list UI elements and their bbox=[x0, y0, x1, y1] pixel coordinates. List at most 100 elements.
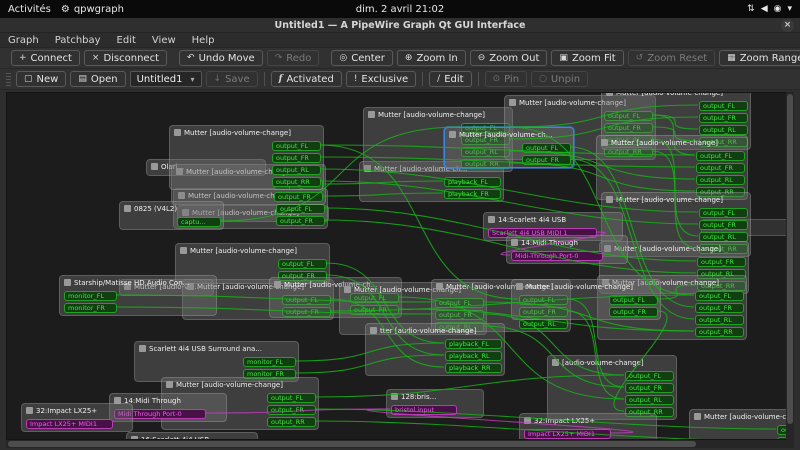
zoom-out-button[interactable]: ⊖ Zoom Out bbox=[470, 50, 548, 66]
port-output_fr[interactable]: output_FR bbox=[267, 405, 316, 415]
graph-canvas[interactable]: Olari......he C...Mutter [audio-vo...Mut… bbox=[6, 92, 794, 440]
port-playback_rr[interactable]: playback_RR bbox=[445, 363, 502, 373]
activities-button[interactable]: Activités bbox=[8, 4, 51, 15]
port-output_fl[interactable]: output_FL bbox=[699, 208, 748, 218]
graph-node[interactable]: 32:Impact LX25+Impact LX25+ MIDI1 bbox=[519, 413, 657, 440]
save-button[interactable]: ↓ Save bbox=[206, 71, 258, 87]
port-output_fr[interactable]: output_FR bbox=[696, 163, 745, 173]
graph-node[interactable]: tter [audio-volume-change]playback_FLpla… bbox=[365, 323, 505, 376]
horizontal-scrollbar-thumb[interactable] bbox=[8, 441, 696, 447]
port-midi-through-port-0[interactable]: Midi-Through Port-0 bbox=[511, 251, 603, 261]
vertical-scrollbar[interactable] bbox=[786, 92, 794, 440]
port-output_fl[interactable]: output_FL bbox=[609, 295, 658, 305]
graph-node[interactable]: Mutter [audio-volume-chang...output_FLou… bbox=[689, 409, 794, 440]
port-output_fl[interactable]: output_FL bbox=[278, 259, 327, 269]
graph-node[interactable]: 16:Scarlett 4i4 USB bbox=[126, 432, 258, 440]
port-output_rl[interactable]: output_RL bbox=[695, 315, 744, 325]
graph-node[interactable]: 0825 (V4L2)captu... bbox=[119, 201, 224, 230]
pin-button[interactable]: ⊙ Pin bbox=[485, 71, 527, 87]
graph-node[interactable]: Starship/Matisse HD Audio Con...monitor_… bbox=[59, 275, 217, 316]
focused-app-chip[interactable]: ⚙ qpwgraph bbox=[61, 4, 124, 15]
port-output_fl[interactable]: output_FL bbox=[272, 141, 321, 151]
center-button[interactable]: ◎ Center bbox=[331, 50, 393, 66]
connect-button[interactable]: + Connect bbox=[11, 50, 80, 66]
port-output_fr[interactable]: output_FR bbox=[272, 153, 321, 163]
graph-node[interactable]: 32:Impact LX25+Impact LX25+ MIDI1 bbox=[21, 403, 133, 432]
open-button[interactable]: ▤ Open bbox=[70, 71, 125, 87]
zoom-range-button[interactable]: ▦ Zoom Range bbox=[719, 50, 800, 66]
port-output_rl[interactable]: output_RL bbox=[699, 125, 748, 135]
vertical-scrollbar-thumb[interactable] bbox=[787, 94, 793, 424]
port-output_rl[interactable]: output_RL bbox=[696, 175, 745, 185]
zoom-in-button[interactable]: ⊕ Zoom In bbox=[397, 50, 466, 66]
window-titlebar[interactable]: Untitled1 — A PipeWire Graph Qt GUI Inte… bbox=[0, 18, 800, 33]
exclusive-button[interactable]: ! Exclusive bbox=[346, 71, 416, 87]
port-output_rr[interactable]: output_RR bbox=[267, 417, 316, 427]
graph-node[interactable]: Mutter [audio-volume-change]output_FLout… bbox=[511, 279, 661, 320]
menu-edit[interactable]: Edit bbox=[109, 34, 144, 47]
new-button[interactable]: ▢ New bbox=[16, 71, 66, 87]
port-playback_fr[interactable]: playback_FR bbox=[444, 189, 501, 199]
port-output_fr[interactable]: output_FR bbox=[625, 383, 674, 393]
port-output_fl[interactable]: output_FL bbox=[267, 393, 316, 403]
disconnect-button[interactable]: × Disconnect bbox=[84, 50, 167, 66]
port-output_rr[interactable]: output_RR bbox=[695, 327, 744, 337]
port-output_fr[interactable]: output_FR bbox=[695, 303, 744, 313]
port-bristol-input[interactable]: bristol input bbox=[391, 405, 457, 415]
port-output_fr[interactable]: output_FR bbox=[699, 220, 748, 230]
port-output_fl[interactable]: output_FL bbox=[695, 291, 744, 301]
graph-node[interactable]: Mutter [audio-volume-change]output_FLout… bbox=[169, 125, 324, 190]
graph-node[interactable]: 14:Midi ThroughMidi-Through Port-0 bbox=[506, 235, 628, 264]
close-button[interactable]: × bbox=[781, 19, 794, 32]
port-output_rl[interactable]: output_RL bbox=[519, 319, 568, 329]
port-output_fr[interactable]: output_FR bbox=[697, 257, 746, 267]
port-output_fr[interactable]: output_FR bbox=[522, 155, 571, 165]
desktop: Activités ⚙ qpwgraph dim. 2 avril 21:02 … bbox=[0, 0, 800, 450]
menu-patchbay[interactable]: Patchbay bbox=[47, 34, 109, 47]
port-output_rl[interactable]: output_RL bbox=[625, 395, 674, 405]
menu-help[interactable]: Help bbox=[184, 34, 223, 47]
menu-graph[interactable]: Graph bbox=[0, 34, 47, 47]
toolbar-drag-handle[interactable] bbox=[6, 73, 11, 86]
node-title: 14:Midi Through bbox=[124, 397, 181, 405]
activated-button[interactable]: f Activated bbox=[271, 71, 342, 87]
undo-move-button[interactable]: ↶ Undo Move bbox=[179, 50, 263, 66]
patchbay-toolbar: ▢ New ▤ Open Untitled1 ▾ ↓ Save f Activa… bbox=[0, 69, 800, 90]
menu-view[interactable]: View bbox=[144, 34, 184, 47]
port-monitor_fl[interactable]: monitor_FL bbox=[64, 291, 117, 301]
edit-button[interactable]: ∕ Edit bbox=[429, 71, 471, 87]
graph-node[interactable]: Mutter [audio-volume-ch...output_FLoutpu… bbox=[444, 127, 574, 168]
port-output_fr[interactable]: output_FR bbox=[276, 216, 325, 226]
port-output_fl[interactable]: output_FL bbox=[625, 371, 674, 381]
graph-node[interactable]: 128:bris...bristol input bbox=[386, 389, 484, 418]
port-output_fl[interactable]: output_FL bbox=[699, 101, 748, 111]
port-monitor_fl[interactable]: monitor_FL bbox=[243, 357, 296, 367]
port-output_fl[interactable]: output_FL bbox=[522, 143, 571, 153]
port-impact-lx25+-midi1[interactable]: Impact LX25+ MIDI1 bbox=[524, 429, 611, 439]
unpin-button[interactable]: ○ Unpin bbox=[531, 71, 588, 87]
port-output_rl[interactable]: output_RL bbox=[272, 165, 321, 175]
port-output_fl[interactable]: output_FL bbox=[276, 204, 325, 214]
zoom-fit-button[interactable]: ▣ Zoom Fit bbox=[551, 50, 623, 66]
port-playback_fl[interactable]: playback_FL bbox=[444, 177, 501, 187]
graph-node[interactable]: [audio-volume-change]output_FLoutput_FRo… bbox=[547, 355, 677, 420]
patchbay-select[interactable]: Untitled1 ▾ bbox=[130, 71, 202, 87]
port-captu...[interactable]: captu... bbox=[177, 217, 221, 227]
port-output_fr[interactable]: output_FR bbox=[609, 307, 658, 317]
system-tray[interactable]: ⇅ ◀ ◉ ▾ bbox=[747, 4, 800, 14]
graph-node[interactable]: Mutter [audio-volume-change]output_FLout… bbox=[596, 135, 748, 200]
port-output_fr[interactable]: output_FR bbox=[699, 113, 748, 123]
port-playback_fl[interactable]: playback_FL bbox=[445, 339, 502, 349]
port-playback_rl[interactable]: playback_RL bbox=[445, 351, 502, 361]
port-output_rr[interactable]: output_RR bbox=[272, 177, 321, 187]
redo-button[interactable]: ↷ Redo bbox=[267, 50, 320, 66]
port-output_fl[interactable]: output_FL bbox=[696, 151, 745, 161]
graph-node[interactable]: Scarlett 4i4 USB Surround ana...monitor_… bbox=[134, 341, 299, 382]
port-impact-lx25+-midi1[interactable]: Impact LX25+ MIDI1 bbox=[26, 419, 113, 429]
zoom-reset-button[interactable]: ↺ Zoom Reset bbox=[628, 50, 716, 66]
port-monitor_fr[interactable]: monitor_FR bbox=[64, 303, 117, 313]
activated-label: Activated bbox=[286, 74, 333, 85]
horizontal-scrollbar[interactable] bbox=[6, 440, 786, 448]
redo-icon: ↷ bbox=[275, 53, 283, 63]
port-output_fr[interactable]: output_FR bbox=[274, 192, 323, 202]
